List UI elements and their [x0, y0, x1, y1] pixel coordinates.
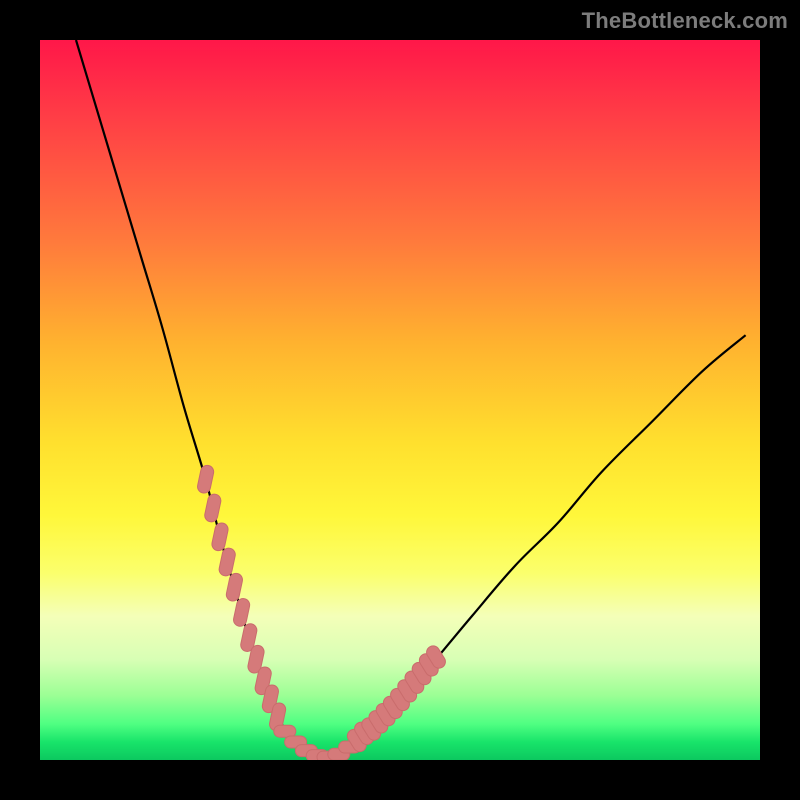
curve-marker [232, 597, 251, 627]
plot-area [40, 40, 760, 760]
watermark-text: TheBottleneck.com [582, 8, 788, 34]
curve-marker [225, 572, 244, 602]
bottleneck-curve [76, 40, 746, 760]
curve-marker [274, 725, 296, 737]
curve-marker [211, 522, 230, 552]
curve-marker [196, 464, 215, 494]
curve-markers [196, 464, 448, 760]
chart-frame: TheBottleneck.com [0, 0, 800, 800]
chart-svg [40, 40, 760, 760]
curve-marker [204, 493, 223, 523]
curve-marker [218, 547, 237, 577]
